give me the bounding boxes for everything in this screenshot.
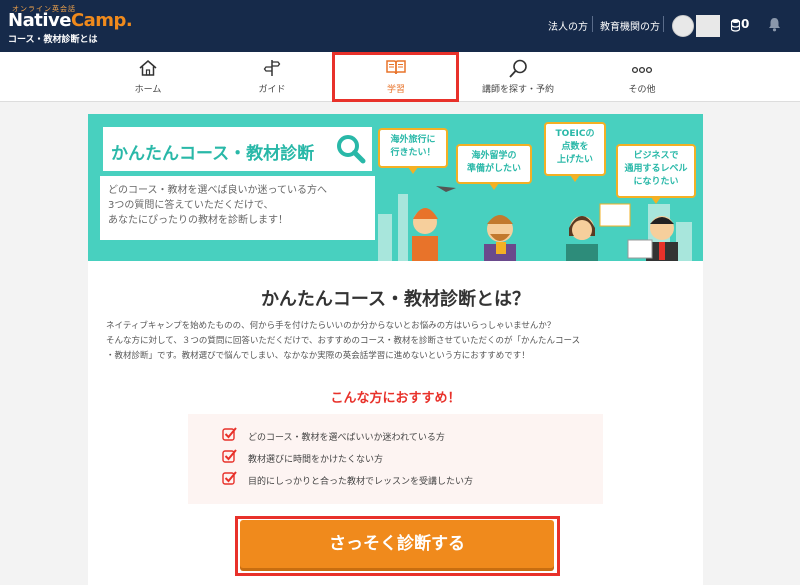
banner-title-box: かんたんコース・教材診断	[100, 124, 375, 174]
recommend-box: どのコース・教材を選べばいいか迷われている方 教材選びに時間をかけたくない方 目…	[188, 414, 603, 504]
banner-desc-line: 3つの質問に答えていただくだけで、	[108, 200, 274, 211]
nav-more[interactable]: その他	[582, 52, 702, 102]
bubble-line: 点数を	[561, 142, 589, 152]
more-icon	[631, 66, 653, 74]
nav-guide[interactable]: ガイド	[212, 52, 332, 102]
intro-paragraph-line: ネイティブキャンプを始めたものの、何から手を付けたらいいのか分からないとお悩みの…	[106, 321, 556, 331]
banner-desc-line: あなたにぴったりの教材を診断します！	[108, 215, 288, 226]
nav-home-label: ホーム	[134, 85, 162, 95]
check-icon	[222, 427, 237, 441]
content-card: かんたんコース・教材診断 どのコース・教材を選べば良いか迷っている方へ 3つの質…	[88, 114, 703, 585]
nav-home[interactable]: ホーム	[88, 52, 208, 102]
bubble-line: 上げたい	[556, 155, 593, 165]
nav-find-teacher-label: 講師を探す・予約	[481, 85, 554, 95]
nav-more-label: その他	[628, 85, 656, 95]
corporate-link[interactable]: 法人の方	[548, 18, 588, 33]
page-heading: かんたんコース・教材診断とは？	[260, 289, 531, 310]
header-divider	[592, 16, 593, 32]
home-icon	[139, 60, 157, 76]
recommend-title: こんな方におすすめ！	[330, 391, 461, 406]
signpost-icon	[263, 60, 281, 76]
bubble-line: TOEICの	[555, 129, 595, 139]
avatar[interactable]	[672, 15, 694, 37]
start-diagnosis-button[interactable]: さっそく診断する	[240, 520, 554, 568]
nav-guide-label: ガイド	[258, 85, 286, 95]
recommend-item: どのコース・教材を選べばいいか迷われている方	[222, 427, 445, 443]
bubble-line: 行きたい！	[390, 148, 436, 158]
learners-illustration	[378, 186, 692, 261]
recommend-item: 目的にしっかりと合った教材でレッスンを受講したい方	[222, 471, 474, 487]
banner-title: かんたんコース・教材診断	[111, 144, 315, 164]
intro-paragraph-line: そんな方に対して、３つの質問に回答いただくだけで、おすすめのコース・教材を診断さ…	[106, 336, 581, 346]
intro-paragraph-line: ・教材診断」です。教材選びで悩んでしまい、なかなか実際の英会話学習に進めないとい…	[106, 351, 530, 361]
recommend-item: 教材選びに時間をかけたくない方	[222, 449, 384, 465]
magnifier-icon	[337, 135, 366, 164]
search-icon	[509, 59, 527, 78]
bell-icon[interactable]	[768, 17, 781, 32]
coin-count: 0	[741, 17, 750, 31]
study-tab-highlight	[332, 52, 459, 102]
diagnosis-banner[interactable]: かんたんコース・教材診断 どのコース・教材を選べば良いか迷っている方へ 3つの質…	[88, 114, 703, 261]
nav-find-teacher[interactable]: 講師を探す・予約	[458, 52, 578, 102]
speech-bubble: 海外旅行に 行きたい！	[378, 128, 448, 174]
recommend-text: 教材選びに時間をかけたくない方	[248, 455, 384, 465]
education-link[interactable]: 教育機関の方	[600, 18, 660, 33]
check-icon	[222, 449, 237, 463]
header-divider	[663, 16, 664, 32]
banner-desc-line: どのコース・教材を選べば良いか迷っている方へ	[108, 185, 327, 196]
username-box[interactable]	[696, 15, 720, 37]
page-subtitle: コース・教材診断とは	[8, 35, 98, 45]
nativecamp-logo[interactable]: NativeCamp.	[8, 10, 133, 31]
top-header: オンライン英会話 NativeCamp. コース・教材診断とは 法人の方 教育機…	[0, 0, 800, 52]
coin-icon	[731, 19, 740, 32]
recommend-text: どのコース・教材を選べばいいか迷われている方	[248, 433, 445, 443]
check-icon	[222, 471, 237, 485]
bubble-line: 海外留学の	[471, 151, 517, 161]
banner-desc-box: どのコース・教材を選べば良いか迷っている方へ 3つの質問に答えていただくだけで、…	[100, 176, 375, 240]
bubble-line: 海外旅行に	[390, 135, 436, 145]
speech-bubble: TOEICの 点数を 上げたい	[544, 122, 606, 182]
bubble-line: ビジネスで	[633, 151, 679, 161]
recommend-text: 目的にしっかりと合った教材でレッスンを受講したい方	[248, 477, 474, 487]
